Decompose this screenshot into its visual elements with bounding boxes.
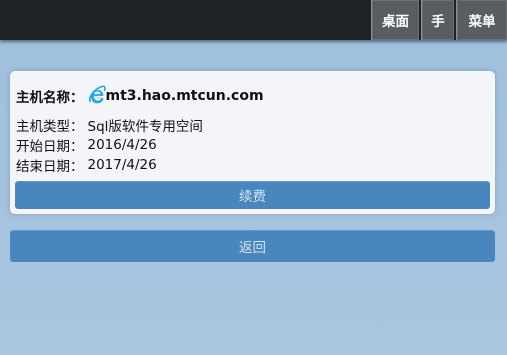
start-date-label: 开始日期： — [16, 139, 84, 155]
host-name-value: mt3.hao.mtcun.com — [105, 88, 264, 104]
host-type-value: Sql版软件专用空间 — [87, 119, 203, 135]
ie-icon — [88, 85, 106, 107]
start-date-value: 2016/4/26 — [87, 137, 157, 153]
hand-button[interactable]: 手 — [421, 0, 454, 40]
host-name-row: 主机名称： mt3.hao.mtcun.com — [16, 84, 264, 108]
top-bar: 桌面 手 菜单 — [0, 0, 507, 40]
end-date-row: 结束日期： 2017/4/26 — [16, 156, 157, 175]
host-type-row: 主机类型： Sql版软件专用空间 — [16, 116, 203, 135]
back-button[interactable]: 返回 — [10, 230, 495, 262]
menu-button[interactable]: 菜单 — [456, 0, 507, 40]
start-date-row: 开始日期： 2016/4/26 — [16, 136, 157, 155]
host-info-card: 主机名称： mt3.hao.mtcun.com 主机类型： Sql版软件专用空间… — [10, 71, 495, 214]
end-date-label: 结束日期： — [16, 159, 84, 175]
renew-button[interactable]: 续费 — [15, 181, 490, 209]
host-type-label: 主机类型： — [16, 119, 84, 135]
host-name-label: 主机名称： — [16, 90, 84, 106]
end-date-value: 2017/4/26 — [87, 157, 157, 173]
desktop-button[interactable]: 桌面 — [371, 0, 419, 40]
